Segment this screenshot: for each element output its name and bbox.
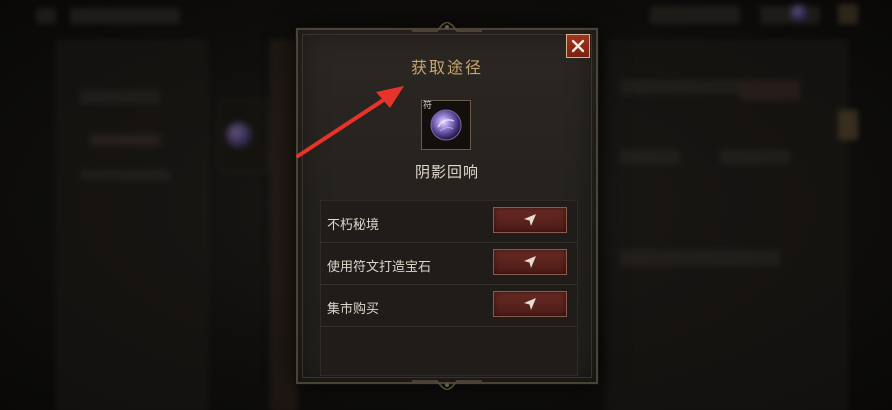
send-arrow-icon [524,214,536,226]
game-screen: 获取途径 符 阴影回响 不朽秘境 使用符文打造宝石 集市购买 [0,0,892,410]
go-button[interactable] [493,207,567,233]
item-slot[interactable]: 符 [421,100,471,150]
dialog-title: 获取途径 [410,58,483,77]
go-button[interactable] [493,249,567,275]
item-name: 阴影回响 [414,163,479,181]
source-label: 集市购买 [327,302,380,317]
go-button[interactable] [493,291,567,317]
bottom-ornament-icon [412,380,482,390]
top-ornament-icon [412,22,482,32]
purple-orb-gem-icon [430,109,462,141]
acquisition-dialog: 获取途径 符 阴影回响 不朽秘境 使用符文打造宝石 集市购买 [296,22,598,390]
send-arrow-icon [524,256,536,268]
close-icon [571,39,585,53]
source-row-market-purchase: 集市购买 [321,285,577,327]
item-type-badge: 符 [423,101,433,111]
close-button[interactable] [566,34,590,58]
send-arrow-icon [524,298,536,310]
source-label: 使用符文打造宝石 [327,260,432,275]
source-row-immortal-dungeon: 不朽秘境 [321,201,577,243]
source-list: 不朽秘境 使用符文打造宝石 集市购买 [320,200,578,376]
source-label: 不朽秘境 [327,218,380,233]
source-row-rune-crafting: 使用符文打造宝石 [321,243,577,285]
